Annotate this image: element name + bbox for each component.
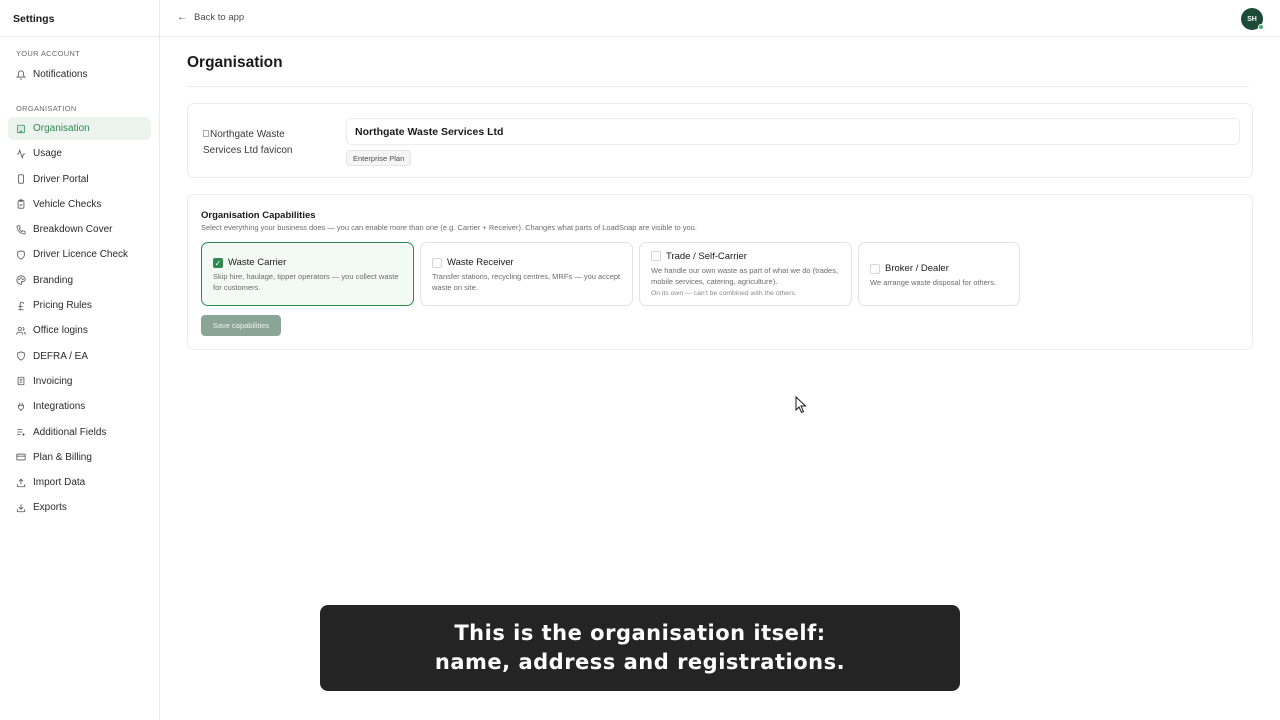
- sidebar-item-label: Organisation: [33, 123, 90, 134]
- organisation-favicon: Northgate Waste Services Ltd favicon: [203, 127, 313, 157]
- sidebar-title: Settings: [0, 0, 159, 37]
- section-label-organisation: ORGANISATION: [16, 104, 77, 113]
- checkbox[interactable]: [432, 258, 442, 268]
- settings-app: Settings YOUR ACCOUNT Notifications ORGA…: [0, 0, 1280, 720]
- sidebar-item-defra-ea[interactable]: DEFRA / EA: [8, 345, 151, 368]
- option-label: Broker / Dealer: [885, 263, 949, 274]
- option-description: Skip hire, haulage, tipper operators — y…: [213, 272, 399, 292]
- plan-badge: Enterprise Plan: [346, 150, 412, 166]
- option-note: On its own — can't be combined with the …: [651, 290, 797, 297]
- sidebar-item-label: Exports: [33, 502, 67, 514]
- smartphone-icon: [16, 174, 26, 184]
- avatar-initials: SH: [1247, 15, 1257, 23]
- sidebar-item-label: Breakdown Cover: [33, 224, 113, 236]
- back-to-app-label: Back to app: [194, 12, 245, 23]
- phone-icon: [16, 225, 26, 235]
- sidebar: Settings YOUR ACCOUNT Notifications ORGA…: [0, 0, 160, 720]
- option-label: Waste Receiver: [447, 257, 514, 268]
- option-label: Waste Carrier: [228, 257, 287, 268]
- divider: [187, 86, 1249, 87]
- sidebar-item-label: DEFRA / EA: [33, 350, 89, 362]
- sidebar-item-invoicing[interactable]: Invoicing: [8, 370, 151, 393]
- list-plus-icon: [16, 427, 26, 437]
- sidebar-item-label: Integrations: [33, 401, 86, 413]
- capability-option-trade-self-carrier[interactable]: Trade / Self-Carrier We handle our own w…: [639, 242, 852, 306]
- sidebar-item-label: Vehicle Checks: [33, 198, 102, 210]
- option-description: Transfer stations, recycling centres, MR…: [432, 272, 621, 292]
- pound-icon: [16, 301, 26, 311]
- sidebar-item-branding[interactable]: Branding: [8, 269, 151, 292]
- organisation-name-input[interactable]: [346, 118, 1240, 145]
- sidebar-item-exports[interactable]: Exports: [8, 496, 151, 519]
- capabilities-subtitle: Select everything your business does — y…: [201, 223, 697, 232]
- section-label-your-account: YOUR ACCOUNT: [16, 49, 81, 58]
- sidebar-item-label: Office logins: [33, 325, 88, 337]
- building-icon: [16, 124, 26, 134]
- sidebar-item-label: Pricing Rules: [33, 300, 92, 312]
- sidebar-item-driver-licence-check[interactable]: Driver Licence Check: [8, 243, 151, 266]
- checkbox[interactable]: [870, 264, 880, 274]
- arrow-left-icon: ←: [177, 12, 187, 23]
- save-capabilities-button[interactable]: Save capabilities: [201, 315, 281, 336]
- sidebar-item-label: Usage: [33, 148, 62, 160]
- checkbox[interactable]: [651, 251, 661, 261]
- online-status-dot: [1258, 24, 1264, 30]
- sidebar-item-label: Additional Fields: [33, 426, 107, 438]
- option-label: Trade / Self-Carrier: [666, 251, 747, 262]
- sidebar-item-label: Branding: [33, 274, 74, 286]
- sidebar-item-label: Driver Portal: [33, 173, 89, 185]
- sidebar-item-driver-portal[interactable]: Driver Portal: [8, 168, 151, 191]
- capabilities-card: Organisation Capabilities Select everyth…: [187, 194, 1253, 350]
- receipt-icon: [16, 376, 26, 386]
- mouse-cursor-icon: [795, 396, 807, 414]
- sidebar-item-organisation[interactable]: Organisation: [8, 117, 151, 140]
- sidebar-item-label: Import Data: [33, 477, 86, 489]
- caption-line-1: This is the organisation itself:: [454, 621, 826, 645]
- favicon-alt-text: Northgate Waste Services Ltd favicon: [203, 129, 293, 156]
- shield-outline-icon: [16, 351, 26, 361]
- bell-icon: [16, 69, 26, 80]
- capability-option-broker-dealer[interactable]: Broker / Dealer We arrange waste disposa…: [858, 242, 1020, 306]
- capability-option-waste-carrier[interactable]: ✓ Waste Carrier Skip hire, haulage, tipp…: [201, 242, 414, 306]
- upload-icon: [16, 478, 26, 488]
- sidebar-item-label: Notifications: [33, 69, 88, 80]
- organisation-card: Northgate Waste Services Ltd favicon Ent…: [187, 103, 1253, 178]
- sidebar-item-integrations[interactable]: Integrations: [8, 395, 151, 418]
- plug-icon: [16, 402, 26, 412]
- checkbox-checked[interactable]: ✓: [213, 258, 223, 268]
- users-icon: [16, 326, 26, 336]
- sidebar-item-additional-fields[interactable]: Additional Fields: [8, 421, 151, 444]
- credit-card-icon: [16, 452, 26, 462]
- sidebar-item-pricing-rules[interactable]: Pricing Rules: [8, 294, 151, 317]
- broken-image-icon: [203, 130, 209, 137]
- option-description: We handle our own waste as part of what …: [651, 266, 839, 286]
- caption-line-2: name, address and registrations.: [434, 650, 846, 674]
- option-description: We arrange waste disposal for others.: [870, 278, 997, 287]
- sidebar-item-label: Plan & Billing: [33, 451, 92, 463]
- capability-option-waste-receiver[interactable]: Waste Receiver Transfer stations, recycl…: [420, 242, 633, 306]
- shield-icon: [16, 250, 26, 260]
- topbar: ← Back to app SH: [160, 0, 1280, 37]
- activity-icon: [16, 148, 26, 159]
- sidebar-item-label: Driver Licence Check: [33, 249, 129, 261]
- sidebar-item-label: Invoicing: [33, 375, 73, 387]
- sidebar-item-plan-billing[interactable]: Plan & Billing: [8, 446, 151, 469]
- sidebar-item-office-logins[interactable]: Office logins: [8, 319, 151, 342]
- sidebar-item-usage[interactable]: Usage: [8, 142, 151, 165]
- download-icon: [16, 503, 26, 513]
- clipboard-check-icon: [16, 199, 26, 209]
- page-title: Organisation: [187, 54, 283, 71]
- sidebar-item-breakdown-cover[interactable]: Breakdown Cover: [8, 218, 151, 241]
- back-to-app-link[interactable]: ← Back to app: [177, 12, 244, 23]
- capabilities-title: Organisation Capabilities: [201, 210, 316, 221]
- avatar[interactable]: SH: [1241, 8, 1264, 30]
- caption-overlay: This is the organisation itself: name, a…: [320, 605, 960, 691]
- palette-icon: [16, 275, 26, 285]
- sidebar-item-notifications[interactable]: Notifications: [8, 63, 151, 86]
- sidebar-item-import-data[interactable]: Import Data: [8, 471, 151, 494]
- sidebar-item-vehicle-checks[interactable]: Vehicle Checks: [8, 193, 151, 216]
